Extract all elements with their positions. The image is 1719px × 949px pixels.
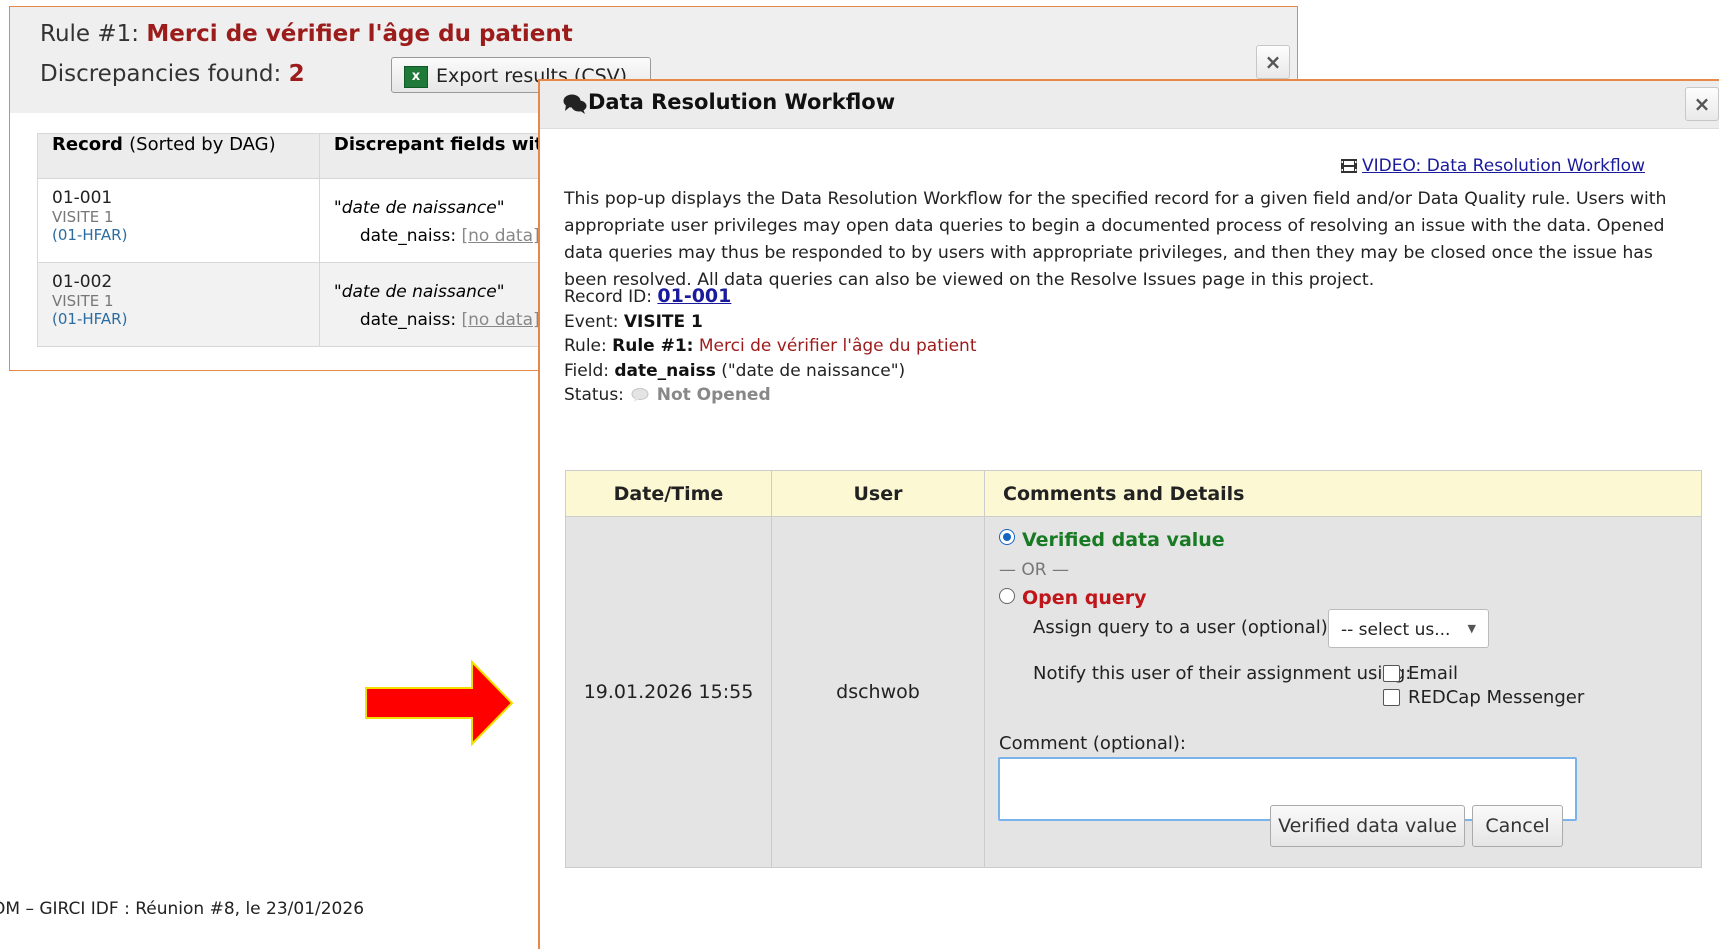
table-header-row: Date/Time User Comments and Details — [565, 470, 1702, 517]
field-value: ("date de naissance") — [721, 361, 906, 381]
fields-column-header: Discrepant fields with — [318, 133, 558, 179]
table-row: 01-001 VISITE 1 (01-HFAR) "date de naiss… — [37, 178, 558, 263]
event-value: VISITE 1 — [623, 312, 703, 332]
verified-data-value-button[interactable]: Verified data value — [1270, 805, 1465, 847]
record-header-label: Record — [52, 134, 123, 155]
dialog-title: Data Resolution Workflow — [588, 90, 896, 114]
datetime-column-header: Date/Time — [565, 470, 772, 517]
status-label: Status: — [564, 385, 624, 405]
chevron-down-icon: ▼ — [1467, 622, 1476, 635]
notify-email-checkbox[interactable] — [1383, 665, 1400, 682]
field-line: Field: date_naiss ("date de naissance") — [564, 361, 905, 381]
data-resolution-workflow-dialog: Data Resolution Workflow × VIDEO: Data R… — [538, 79, 1719, 949]
discrepancies-count: 2 — [288, 61, 305, 87]
field-label: Field: — [564, 361, 609, 381]
record-id-label: Record ID: — [564, 287, 652, 307]
user-column-header: User — [771, 470, 985, 517]
rule-name: Merci de vérifier l'âge du patient — [146, 21, 573, 47]
field-value-link[interactable]: [no data] — [462, 226, 540, 246]
record-column-header: Record (Sorted by DAG) — [37, 133, 320, 179]
record-event: VISITE 1 — [52, 292, 114, 310]
close-icon[interactable]: × — [1685, 87, 1719, 121]
field-variable: date_naiss — [614, 361, 716, 381]
field-name: date_naiss: — [359, 226, 457, 246]
user-cell: dschwob — [771, 516, 985, 868]
field-label: "date de naissance" — [333, 198, 505, 218]
or-separator: — OR — — [999, 560, 1070, 580]
record-event: VISITE 1 — [52, 208, 114, 226]
notify-messenger-label[interactable]: REDCap Messenger — [1408, 687, 1584, 708]
arrow-shape — [365, 659, 514, 747]
rule-number: Rule #1: — [612, 336, 694, 356]
verified-option-label[interactable]: Verified data value — [1022, 529, 1225, 551]
discrepancies-line: Discrepancies found: 2 — [40, 61, 305, 87]
film-icon — [1341, 159, 1357, 173]
field-label: "date de naissance" — [333, 282, 505, 302]
table-row: 01-002 VISITE 1 (01-HFAR) "date de naiss… — [37, 262, 558, 347]
notify-messenger-checkbox[interactable] — [1383, 689, 1400, 706]
comments-icon — [563, 94, 587, 114]
record-id[interactable]: 01-001 — [52, 188, 319, 208]
rule-label: Rule: — [564, 336, 607, 356]
status-value: Not Opened — [656, 385, 771, 405]
notify-label: Notify this user of their assignment usi… — [1033, 663, 1412, 684]
record-dag: (01-HFAR) — [52, 310, 128, 328]
comment-label: Comment (optional): — [999, 733, 1186, 754]
assign-user-select-value: -- select us... — [1341, 620, 1451, 640]
open-query-option-label[interactable]: Open query — [1022, 587, 1147, 609]
rule-prefix: Rule #1: — [40, 21, 140, 47]
intro-text: This pop-up displays the Data Resolution… — [564, 189, 1667, 290]
assign-user-select[interactable]: -- select us... ▼ — [1328, 609, 1489, 648]
speech-bubble-icon — [631, 388, 649, 402]
close-icon[interactable]: × — [1256, 45, 1290, 79]
event-label: Event: — [564, 312, 619, 332]
assign-user-label: Assign query to a user (optional): — [1033, 617, 1334, 638]
record-id-line: Record ID: 01-001 — [564, 285, 731, 307]
field-value-line: date_naiss: [no data] — [360, 226, 556, 246]
cancel-button[interactable]: Cancel — [1472, 805, 1563, 847]
rule-title: Rule #1: Merci de vérifier l'âge du pati… — [40, 21, 573, 47]
record-id-link[interactable]: 01-001 — [657, 285, 731, 307]
open-query-radio[interactable] — [999, 588, 1015, 604]
field-name: date_naiss: — [359, 310, 457, 330]
verified-radio[interactable] — [999, 529, 1015, 545]
discrepancies-label: Discrepancies found: — [40, 61, 282, 87]
field-value-line: date_naiss: [no data] — [360, 310, 556, 330]
notify-email-label[interactable]: Email — [1408, 663, 1458, 684]
field-value-link[interactable]: [no data] — [462, 310, 540, 330]
video-link[interactable]: VIDEO: Data Resolution Workflow — [1362, 156, 1645, 176]
record-header-sub: (Sorted by DAG) — [129, 134, 276, 155]
rule-value: Merci de vérifier l'âge du patient — [698, 336, 977, 356]
status-line: Status: Not Opened — [564, 385, 771, 405]
datetime-cell: 19.01.2026 15:55 — [565, 516, 772, 868]
discrepancies-table: Record (Sorted by DAG) Discrepant fields… — [37, 133, 558, 347]
arrow-right-icon — [365, 659, 514, 747]
table-header-row: Record (Sorted by DAG) Discrepant fields… — [37, 133, 558, 179]
rule-line: Rule: Rule #1: Merci de vérifier l'âge d… — [564, 336, 977, 356]
record-id[interactable]: 01-002 — [52, 272, 319, 292]
dialog-title-bar[interactable]: Data Resolution Workflow × — [540, 81, 1719, 129]
comments-column-header: Comments and Details — [984, 470, 1702, 517]
slide-footer: OM – GIRCI IDF : Réunion #8, le 23/01/20… — [0, 899, 365, 919]
event-line: Event: VISITE 1 — [564, 312, 703, 332]
record-dag: (01-HFAR) — [52, 226, 128, 244]
excel-icon: x — [404, 66, 428, 88]
